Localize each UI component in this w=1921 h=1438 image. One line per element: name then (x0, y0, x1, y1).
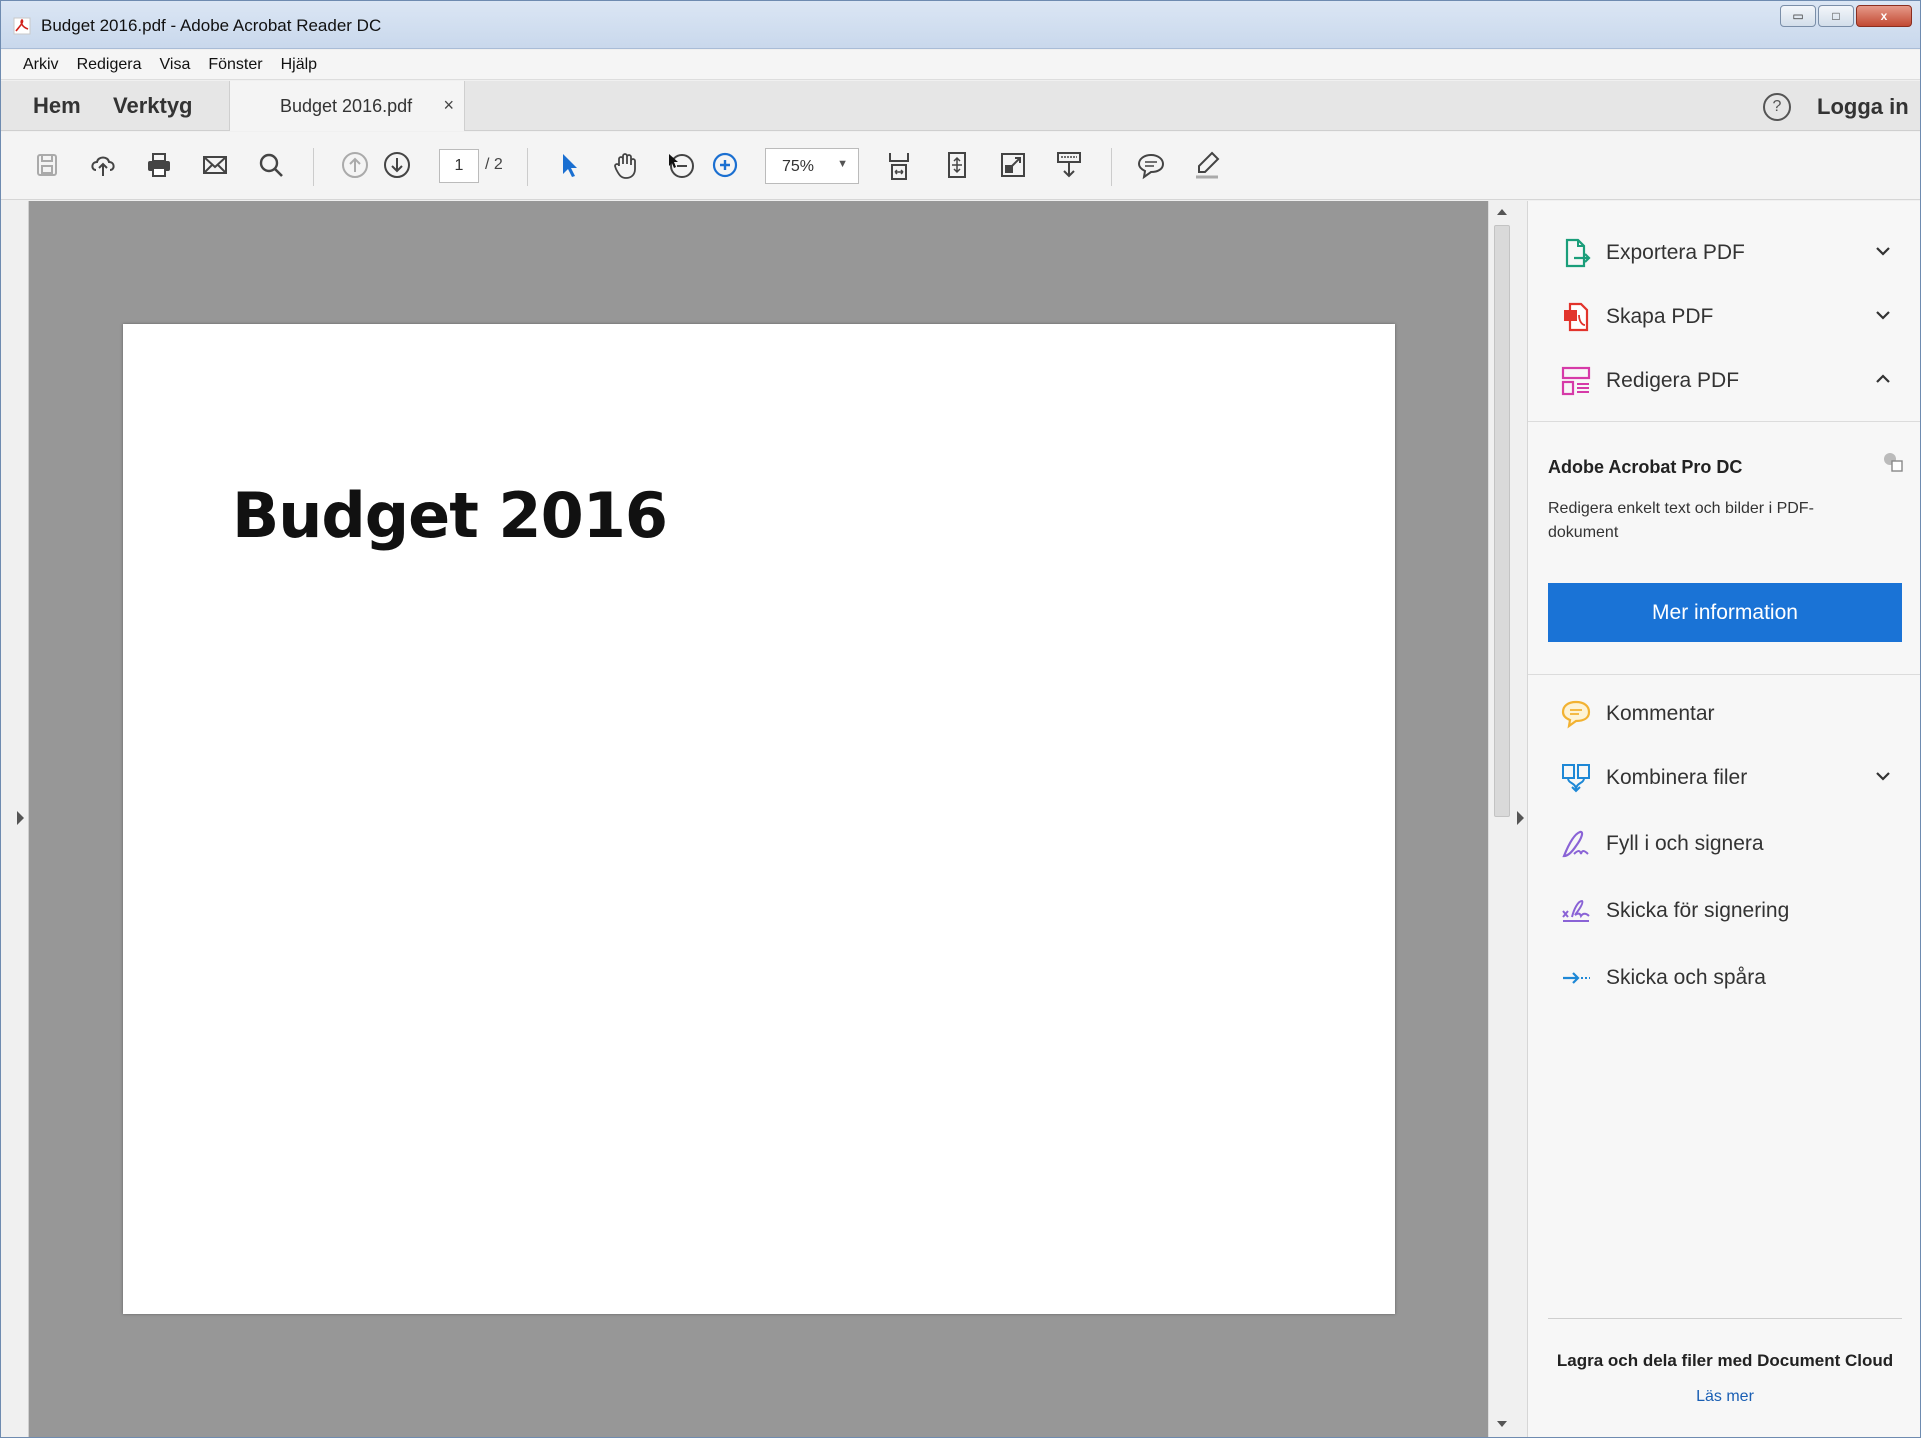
tool-export-pdf[interactable]: Exportera PDF (1528, 227, 1920, 279)
tab-bar: Hem Verktyg Budget 2016.pdf × ? Logga in (1, 81, 1920, 131)
email-icon[interactable] (199, 149, 231, 181)
tab-tools[interactable]: Verktyg (113, 93, 193, 119)
search-icon[interactable] (255, 149, 287, 181)
toolbar-separator (527, 148, 528, 186)
zoom-select[interactable]: 75% ▼ (765, 148, 859, 184)
tool-combine-files[interactable]: Kombinera filer (1528, 752, 1920, 804)
page-heading: Budget 2016 (232, 479, 668, 552)
window-title: Budget 2016.pdf - Adobe Acrobat Reader D… (41, 16, 382, 35)
menu-arkiv[interactable]: Arkiv (23, 56, 59, 74)
document-cloud-title: Lagra och dela filer med Document Cloud (1556, 1351, 1894, 1370)
menu-visa[interactable]: Visa (160, 56, 191, 74)
page-up-icon[interactable] (339, 149, 371, 181)
scroll-mode-icon[interactable] (883, 149, 915, 181)
acrobat-app-icon (13, 17, 31, 35)
read-more-link[interactable]: Läs mer (1528, 1388, 1920, 1406)
zoom-in-icon[interactable] (709, 149, 741, 181)
tool-fill-sign[interactable]: Fyll i och signera (1528, 818, 1920, 870)
acrobat-window: Budget 2016.pdf - Adobe Acrobat Reader D… (0, 0, 1921, 1438)
tool-label: Kommentar (1606, 702, 1715, 725)
upload-icon[interactable] (87, 149, 119, 181)
tool-label: Exportera PDF (1606, 241, 1745, 264)
select-cursor-icon[interactable] (553, 149, 585, 181)
fill-sign-icon (1562, 830, 1589, 858)
promo-description: Redigera enkelt text och bilder i PDF-do… (1548, 500, 1814, 541)
menu-bar: Arkiv Redigera Visa Fönster Hjälp (1, 50, 1920, 80)
document-tab-title: Budget 2016.pdf (280, 96, 413, 116)
menu-fonster[interactable]: Fönster (208, 56, 262, 74)
tool-label: Skicka och spåra (1606, 966, 1766, 989)
expand-left-icon (17, 811, 24, 825)
tool-create-pdf[interactable]: Skapa PDF (1528, 291, 1920, 343)
chevron-down-icon (1876, 772, 1890, 781)
tool-edit-pdf[interactable]: Redigera PDF (1528, 355, 1920, 407)
title-bar: Budget 2016.pdf - Adobe Acrobat Reader D… (1, 1, 1920, 49)
scroll-up-icon[interactable] (1497, 209, 1507, 215)
window-controls: ▭ □ x (1780, 5, 1912, 27)
fit-page-icon[interactable] (941, 149, 973, 181)
tool-label: Redigera PDF (1606, 369, 1740, 392)
zoom-out-icon[interactable] (665, 149, 697, 181)
left-pane-toggle[interactable] (1, 201, 29, 1437)
chevron-down-icon (1876, 311, 1890, 320)
chevron-down-icon: ▼ (837, 158, 848, 170)
menu-hjalp[interactable]: Hjälp (281, 56, 317, 74)
save-icon[interactable] (31, 149, 63, 181)
scrollbar-thumb[interactable] (1494, 225, 1510, 817)
chevron-up-icon (1876, 374, 1890, 383)
print-icon[interactable] (143, 149, 175, 181)
tool-label: Skapa PDF (1606, 305, 1714, 328)
tool-send-for-signature[interactable]: Skicka för signering (1528, 885, 1920, 937)
menu-redigera[interactable]: Redigera (77, 56, 142, 74)
chevron-down-icon (1876, 247, 1890, 256)
login-button[interactable]: Logga in (1817, 94, 1909, 120)
toolbar-separator (1111, 148, 1112, 186)
hand-icon[interactable] (609, 149, 641, 181)
scroll-down-icon[interactable] (1497, 1421, 1507, 1427)
edit-pdf-icon (1561, 366, 1591, 396)
tool-label: Skicka för signering (1606, 899, 1790, 922)
tab-document[interactable]: Budget 2016.pdf × (229, 81, 465, 131)
pdf-page: Budget 2016 (123, 324, 1395, 1314)
divider (1548, 1318, 1902, 1319)
page-down-icon[interactable] (381, 149, 413, 181)
collapse-right-icon (1517, 811, 1524, 825)
tools-pane: Exportera PDF Skapa PDF Redigera PDF Ado… (1528, 201, 1920, 1437)
maximize-button[interactable]: □ (1818, 5, 1854, 27)
close-tab-icon[interactable]: × (443, 95, 454, 116)
combine-files-icon (1562, 764, 1590, 793)
page-number-input[interactable]: 1 (439, 149, 479, 183)
more-information-button[interactable]: Mer information (1548, 583, 1902, 642)
read-mode-icon[interactable] (1053, 149, 1085, 181)
comment-icon[interactable] (1135, 149, 1167, 181)
minimize-button[interactable]: ▭ (1780, 5, 1816, 27)
promo-title: Adobe Acrobat Pro DC (1548, 457, 1743, 477)
comment-icon (1561, 700, 1591, 729)
send-track-icon (1563, 972, 1590, 984)
tool-comment[interactable]: Kommentar (1528, 688, 1920, 740)
toolbar-separator (313, 148, 314, 186)
zoom-value: 75% (782, 158, 815, 175)
full-screen-icon[interactable] (997, 149, 1029, 181)
help-icon[interactable]: ? (1763, 93, 1791, 121)
tab-home[interactable]: Hem (33, 93, 81, 119)
close-window-button[interactable]: x (1856, 5, 1912, 27)
page-total: / 2 (485, 156, 503, 173)
right-pane-toggle[interactable] (1514, 201, 1528, 1437)
vertical-scrollbar[interactable] (1488, 201, 1514, 1437)
highlight-icon[interactable] (1191, 149, 1223, 181)
tool-label: Fyll i och signera (1606, 832, 1764, 855)
export-pdf-icon (1565, 238, 1591, 268)
toolbar: 1 / 2 75% ▼ (1, 132, 1920, 200)
acrobat-pro-icon (1884, 453, 1903, 472)
divider (1528, 421, 1920, 422)
tool-label: Kombinera filer (1606, 766, 1748, 789)
divider (1528, 674, 1920, 675)
create-pdf-icon (1564, 302, 1589, 332)
send-for-signature-icon (1562, 899, 1590, 922)
tool-send-track[interactable]: Skicka och spåra (1528, 952, 1920, 1004)
